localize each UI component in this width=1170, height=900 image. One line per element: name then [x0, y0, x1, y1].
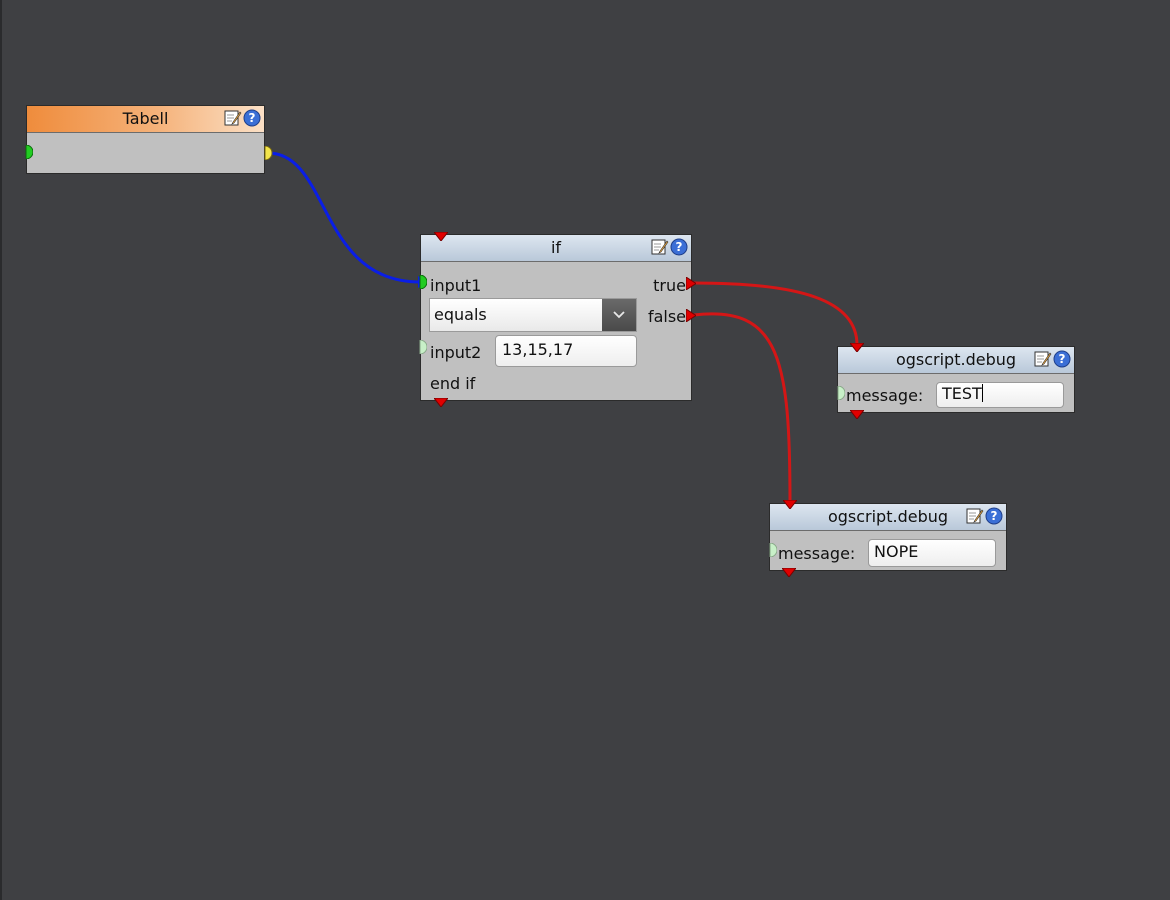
debug-true-node[interactable]: ogscript.debug ? message: TEST: [837, 346, 1075, 413]
svg-text:?: ?: [1059, 352, 1066, 366]
edit-icon[interactable]: [966, 507, 984, 525]
chevron-down-icon[interactable]: [602, 299, 636, 331]
debug-true-flow-out-port[interactable]: [850, 410, 864, 419]
tabell-node-title: Tabell: [122, 109, 169, 128]
svg-text:?: ?: [676, 240, 683, 254]
data-wire-tabell-to-if[interactable]: [267, 151, 421, 284]
debug-false-title: ogscript.debug: [827, 507, 949, 526]
if-operator-select[interactable]: equals: [429, 298, 637, 332]
edit-icon[interactable]: [1034, 350, 1052, 368]
if-end-label: end if: [430, 374, 476, 393]
debug-false-flow-in-port[interactable]: [783, 500, 797, 509]
if-false-port[interactable]: [686, 309, 696, 322]
help-icon[interactable]: ?: [1053, 350, 1071, 368]
if-input2-field[interactable]: 13,15,17: [495, 335, 637, 367]
debug-false-message-label: message:: [778, 544, 856, 563]
flow-wire-true[interactable]: [693, 281, 859, 346]
text-caret: [981, 384, 983, 402]
if-flow-out-port[interactable]: [434, 398, 448, 407]
if-operator-value: equals: [434, 305, 487, 324]
help-icon[interactable]: ?: [670, 238, 688, 256]
debug-true-header[interactable]: ogscript.debug ?: [838, 347, 1074, 374]
if-input2-port[interactable]: [417, 340, 427, 354]
edit-icon[interactable]: [224, 109, 242, 127]
debug-true-flow-in-port[interactable]: [850, 343, 864, 352]
flow-wire-false[interactable]: [693, 312, 792, 503]
if-flow-in-port[interactable]: [434, 232, 448, 241]
debug-false-flow-out-port[interactable]: [782, 568, 796, 577]
if-node[interactable]: if ? input1 true equals false input2 13,…: [420, 234, 692, 401]
flow-canvas[interactable]: Tabell ? if ? input1 true equals false i…: [0, 0, 1170, 900]
help-icon[interactable]: ?: [985, 507, 1003, 525]
tabell-output-port[interactable]: [263, 146, 273, 160]
if-false-label: false: [647, 307, 686, 326]
if-true-label: true: [653, 276, 686, 295]
debug-true-title: ogscript.debug: [895, 350, 1017, 369]
canvas-left-border: [0, 0, 2, 900]
debug-false-message-port[interactable]: [767, 543, 777, 557]
if-node-title: if: [550, 238, 562, 257]
debug-false-message-value: NOPE: [874, 542, 919, 561]
tabell-input-port[interactable]: [23, 145, 33, 159]
debug-false-message-field[interactable]: NOPE: [868, 539, 996, 567]
tabell-node-header[interactable]: Tabell ?: [27, 106, 264, 133]
debug-true-message-port[interactable]: [835, 386, 845, 400]
debug-true-message-field[interactable]: TEST: [936, 382, 1064, 408]
debug-true-message-label: message:: [846, 386, 924, 405]
if-input1-label: input1: [430, 276, 482, 295]
if-node-header[interactable]: if ?: [421, 235, 691, 262]
debug-false-header[interactable]: ogscript.debug ?: [770, 504, 1006, 531]
svg-text:?: ?: [249, 111, 256, 125]
help-icon[interactable]: ?: [243, 109, 261, 127]
if-input1-port[interactable]: [417, 275, 427, 289]
if-input2-label: input2: [430, 343, 482, 362]
if-input2-value: 13,15,17: [502, 340, 574, 359]
if-true-port[interactable]: [686, 277, 696, 290]
debug-true-message-value: TEST: [942, 384, 982, 403]
svg-text:?: ?: [991, 509, 998, 523]
tabell-node[interactable]: Tabell ?: [26, 105, 265, 174]
debug-false-node[interactable]: ogscript.debug ? message: NOPE: [769, 503, 1007, 571]
edit-icon[interactable]: [651, 238, 669, 256]
